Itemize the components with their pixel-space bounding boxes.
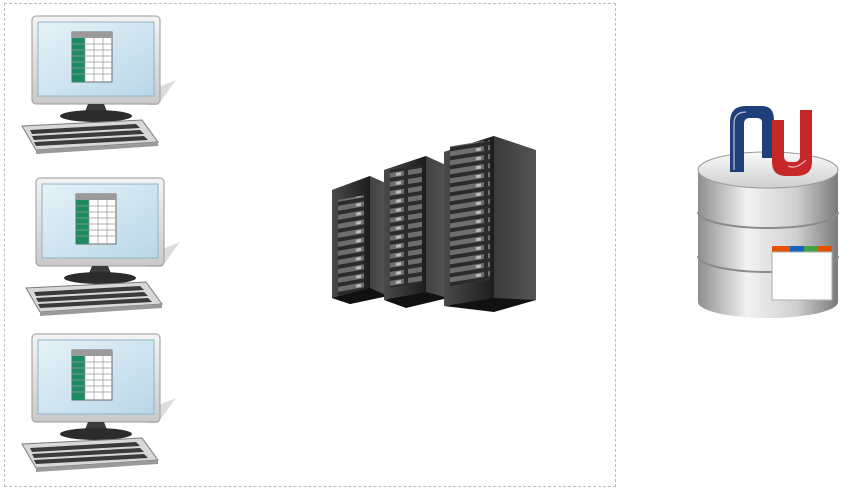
- computer-spreadsheet-icon: [21, 15, 176, 154]
- computer-spreadsheet-icon: [25, 177, 180, 316]
- computer-spreadsheet-icon: [21, 333, 176, 472]
- server-rack-2: [384, 156, 448, 308]
- workstation-3: [8, 328, 183, 478]
- server-rack-3: [444, 136, 536, 312]
- database: [690, 100, 845, 320]
- server-rack-1: [332, 176, 388, 304]
- server-rack-group: [326, 128, 541, 313]
- database-logo-icon: [697, 106, 839, 318]
- document-window-icon: [771, 246, 833, 301]
- workstation-2: [12, 172, 187, 322]
- server-rack-icon: [332, 136, 536, 312]
- workstation-1: [8, 10, 183, 160]
